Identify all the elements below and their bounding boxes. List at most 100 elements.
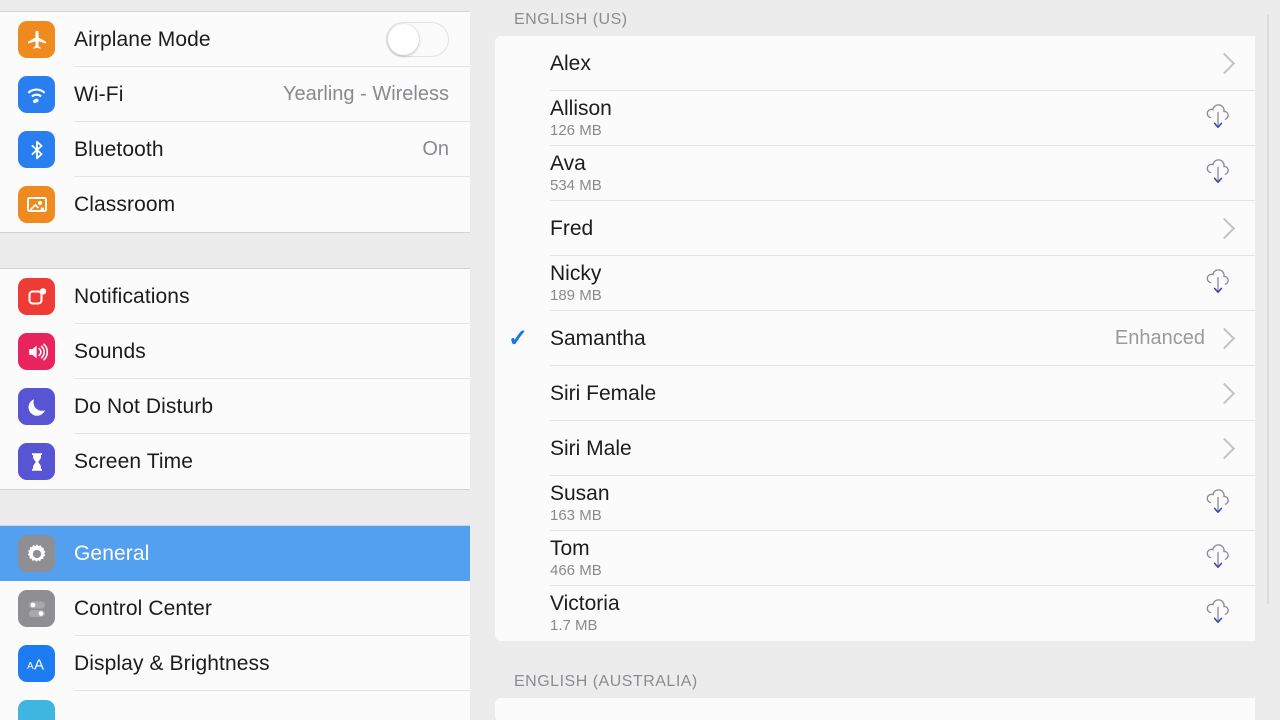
sidebar-group-spacer [0,232,470,269]
sidebar-item-bluetooth[interactable]: Bluetooth On [0,122,470,177]
sidebar-item-label: General [74,541,150,565]
hourglass-icon [18,443,55,480]
voice-text: Alex [550,52,591,75]
sidebar-group-connectivity: Airplane Mode Wi-Fi Yearling - Wireless … [0,12,470,232]
voice-name: Tom [550,537,590,561]
voice-accessory[interactable] [1213,52,1255,75]
voice-text: Tom 466 MB [550,537,602,580]
sidebar-item-screen-time[interactable]: Screen Time [0,434,470,489]
voice-text: Nicky 189 MB [550,262,602,305]
voice-accessory[interactable] [1201,267,1255,301]
voice-text: Victoria 1.7 MB [550,592,620,635]
sidebar-group-spacer [0,489,470,526]
sidebar-group-system: General Control Center AA Display & Brig… [0,526,470,720]
voice-name: Siri Male [550,436,632,460]
download-cloud-icon[interactable] [1201,267,1235,301]
airplane-icon [18,21,55,58]
bluetooth-status-value: On [422,138,449,160]
checkmark-icon: ✓ [508,324,529,352]
voice-text: Susan 163 MB [550,482,610,525]
sidebar-item-airplane-mode[interactable]: Airplane Mode [0,12,470,67]
voice-accessory[interactable] [1213,382,1255,405]
voice-size: 163 MB [550,507,602,525]
voice-text: Fred [550,217,593,240]
voice-row-susan[interactable]: Susan 163 MB [495,476,1255,531]
sidebar-item-classroom[interactable]: Classroom [0,177,470,232]
toggle-knob [388,24,419,55]
voice-size: 189 MB [550,287,602,305]
svg-text:A: A [27,661,34,672]
section-gap [495,641,1280,662]
sidebar-top-gap [0,0,470,12]
download-cloud-icon[interactable] [1201,157,1235,191]
wifi-icon [18,76,55,113]
voice-row-nicky[interactable]: Nicky 189 MB [495,256,1255,311]
voice-accessory[interactable] [1201,597,1255,631]
sidebar-item-do-not-disturb[interactable]: Do Not Disturb [0,379,470,434]
voice-accessory[interactable] [1201,102,1255,136]
display-brightness-icon: AA [18,645,55,682]
sidebar-item-control-center[interactable]: Control Center [0,581,470,636]
voice-size: 466 MB [550,562,602,580]
download-cloud-icon[interactable] [1201,542,1235,576]
voice-accessory[interactable] [1213,217,1255,240]
sidebar-item-sounds[interactable]: Sounds [0,324,470,379]
voice-accessory[interactable] [1201,542,1255,576]
voice-name: Susan [550,482,610,506]
moon-icon [18,388,55,425]
bluetooth-icon [18,131,55,168]
sidebar-item-label: Sounds [74,339,146,363]
download-cloud-icon[interactable] [1201,597,1235,631]
sidebar-item-partial[interactable] [0,691,470,720]
chevron-right-icon [1213,327,1236,350]
sidebar-item-label: Wi-Fi [74,82,124,106]
voice-name: Allison [550,97,612,121]
sidebar-group-alerts: Notifications Sounds Do Not Disturb Scre… [0,269,470,489]
voice-row-alex[interactable]: Alex [495,36,1255,91]
voice-text: Allison 126 MB [550,97,612,140]
sidebar-item-label: Notifications [74,284,190,308]
voice-row-ava[interactable]: Ava 534 MB [495,146,1255,201]
voice-accessory[interactable]: Enhanced [1115,327,1255,350]
download-cloud-icon[interactable] [1201,102,1235,136]
notifications-icon [18,278,55,315]
voice-row-victoria[interactable]: Victoria 1.7 MB [495,586,1255,641]
sidebar-item-general[interactable]: General [0,526,470,581]
partial-icon [18,700,55,720]
sounds-icon [18,333,55,370]
voice-accessory[interactable] [1213,437,1255,460]
voice-size: 1.7 MB [550,617,598,635]
voice-size: 534 MB [550,177,602,195]
sidebar-item-display-brightness[interactable]: AA Display & Brightness [0,636,470,691]
voice-row-tom[interactable]: Tom 466 MB [495,531,1255,586]
sidebar-item-wifi[interactable]: Wi-Fi Yearling - Wireless [0,67,470,122]
scrollbar[interactable] [1267,14,1269,604]
settings-sidebar[interactable]: Airplane Mode Wi-Fi Yearling - Wireless … [0,0,470,720]
voice-name: Fred [550,216,594,240]
voice-name: Victoria [550,592,620,616]
voice-accessory[interactable] [1201,487,1255,521]
chevron-right-icon [1213,52,1236,75]
voice-row-fred[interactable]: Fred [495,201,1255,256]
wifi-network-value: Yearling - Wireless [283,83,449,105]
svg-text:A: A [34,656,44,673]
classroom-icon [18,186,55,223]
sidebar-item-label: Airplane Mode [74,27,211,51]
voice-row-allison[interactable]: Allison 126 MB [495,91,1255,146]
sidebar-item-label: Bluetooth [74,137,164,161]
sidebar-item-label: Screen Time [74,449,193,473]
download-cloud-icon[interactable] [1201,487,1235,521]
voice-accessory[interactable] [1201,157,1255,191]
voice-quality-label: Enhanced [1114,327,1205,349]
airplane-mode-toggle[interactable] [386,22,449,57]
voice-name: Alex [550,51,591,75]
voice-list-english-australia [495,698,1255,720]
voice-size: 126 MB [550,122,602,140]
sidebar-item-notifications[interactable]: Notifications [0,269,470,324]
chevron-right-icon [1213,437,1236,460]
voice-name: Samantha [550,326,646,350]
voices-detail-panel[interactable]: ENGLISH (US) Alex Allison 126 MB Ava 534… [495,0,1280,720]
voice-row-siri-male[interactable]: Siri Male [495,421,1255,476]
voice-row-samantha[interactable]: ✓ Samantha Enhanced [495,311,1255,366]
voice-row-siri-female[interactable]: Siri Female [495,366,1255,421]
